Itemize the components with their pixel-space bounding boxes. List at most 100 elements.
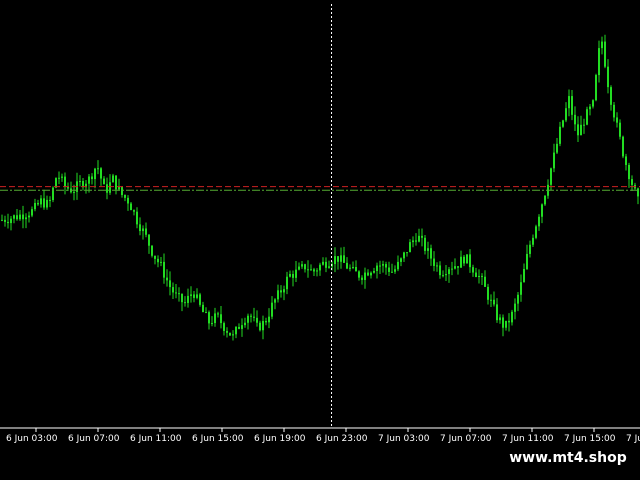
candle-body — [160, 261, 162, 263]
candle-body — [124, 194, 126, 198]
candle-body — [238, 326, 240, 329]
candle-body — [157, 258, 159, 263]
candle-body — [487, 286, 489, 300]
candle-body — [109, 182, 111, 193]
x-tick-label: 6 Jun 07:00 — [68, 434, 120, 444]
candle-body — [307, 269, 309, 271]
candle-body — [358, 271, 360, 278]
candle-body — [526, 253, 528, 269]
candle-body — [16, 215, 18, 220]
candle-body — [334, 256, 336, 265]
candle-body — [553, 152, 555, 169]
candle-body — [178, 293, 180, 295]
candle-body — [28, 215, 30, 218]
candle-body — [613, 104, 615, 118]
candle-body — [214, 313, 216, 324]
candle-body — [310, 269, 312, 271]
candle-body — [322, 261, 324, 265]
candle-body — [469, 254, 471, 268]
candle-body — [481, 275, 483, 277]
candle-body — [262, 321, 264, 331]
candle-body — [175, 292, 177, 294]
candle-body — [229, 332, 231, 336]
candle-body — [61, 176, 63, 178]
candle-body — [415, 240, 417, 242]
x-tick-label: 6 Jun 03:00 — [6, 434, 58, 444]
candle-body — [1, 219, 3, 221]
candle-body — [628, 164, 630, 180]
candle-body — [247, 315, 249, 323]
candle-body — [433, 258, 435, 266]
candle-body — [418, 235, 420, 242]
candle-body — [166, 277, 168, 281]
x-tick-label: 7 Jun 15:00 — [564, 434, 616, 444]
candle-body — [556, 143, 558, 153]
candle-body — [448, 269, 450, 275]
watermark: www.mt4.shop — [496, 444, 640, 472]
x-tick-label: 7 Jun 03:00 — [378, 434, 430, 444]
candle-body — [466, 254, 468, 264]
candle-body — [43, 198, 45, 208]
candle-body — [352, 266, 354, 268]
candle-body — [274, 299, 276, 303]
candle-body — [484, 276, 486, 287]
candle-body — [319, 264, 321, 271]
candle-body — [460, 256, 462, 268]
candle-body — [190, 294, 192, 296]
candle-body — [139, 224, 141, 232]
candle-body — [88, 176, 90, 184]
candle-body — [259, 322, 261, 331]
candle-body — [91, 176, 93, 180]
candle-body — [406, 252, 408, 254]
candle-body — [421, 235, 423, 238]
candle-body — [511, 311, 513, 323]
candle-body — [301, 264, 303, 267]
candle-body — [391, 271, 393, 273]
candle-body — [199, 294, 201, 305]
candle-body — [478, 275, 480, 278]
candle-body — [451, 268, 453, 270]
candle-body — [577, 124, 579, 136]
candle-body — [535, 226, 537, 238]
candle-body — [202, 304, 204, 313]
candle-body — [172, 287, 174, 293]
candle-body — [397, 261, 399, 270]
candle-body — [589, 106, 591, 110]
candle-body — [436, 265, 438, 267]
candle-body — [184, 302, 186, 304]
candle-body — [568, 96, 570, 109]
x-tick-label: 6 Jun 23:00 — [316, 434, 368, 444]
candle-body — [463, 256, 465, 264]
candle-body — [523, 268, 525, 283]
candle-body — [559, 126, 561, 144]
candle-body — [115, 175, 117, 190]
candle-body — [382, 264, 384, 266]
candle-body — [601, 41, 603, 49]
candle-body — [604, 41, 606, 67]
candle-body — [106, 184, 108, 193]
candle-body — [52, 187, 54, 201]
candle-body — [316, 270, 318, 272]
candle-body — [64, 176, 66, 187]
candle-body — [187, 295, 189, 303]
candle-body — [631, 179, 633, 185]
candle-body — [373, 270, 375, 273]
candle-body — [337, 256, 339, 262]
candle-body — [94, 168, 96, 180]
candle-body — [295, 269, 297, 278]
candle-body — [4, 219, 6, 222]
candle-body — [424, 237, 426, 251]
candle-body — [574, 114, 576, 125]
candle-body — [208, 312, 210, 324]
candle-body — [505, 320, 507, 328]
candle-body — [244, 322, 246, 326]
x-tick-label: 6 Jun 19:00 — [254, 434, 306, 444]
candle-body — [520, 282, 522, 295]
candle-body — [364, 272, 366, 280]
candle-body — [571, 96, 573, 115]
candle-body — [49, 199, 51, 201]
candle-body — [25, 217, 27, 220]
candle-body — [127, 197, 129, 204]
candle-body — [148, 234, 150, 246]
candle-body — [379, 265, 381, 267]
